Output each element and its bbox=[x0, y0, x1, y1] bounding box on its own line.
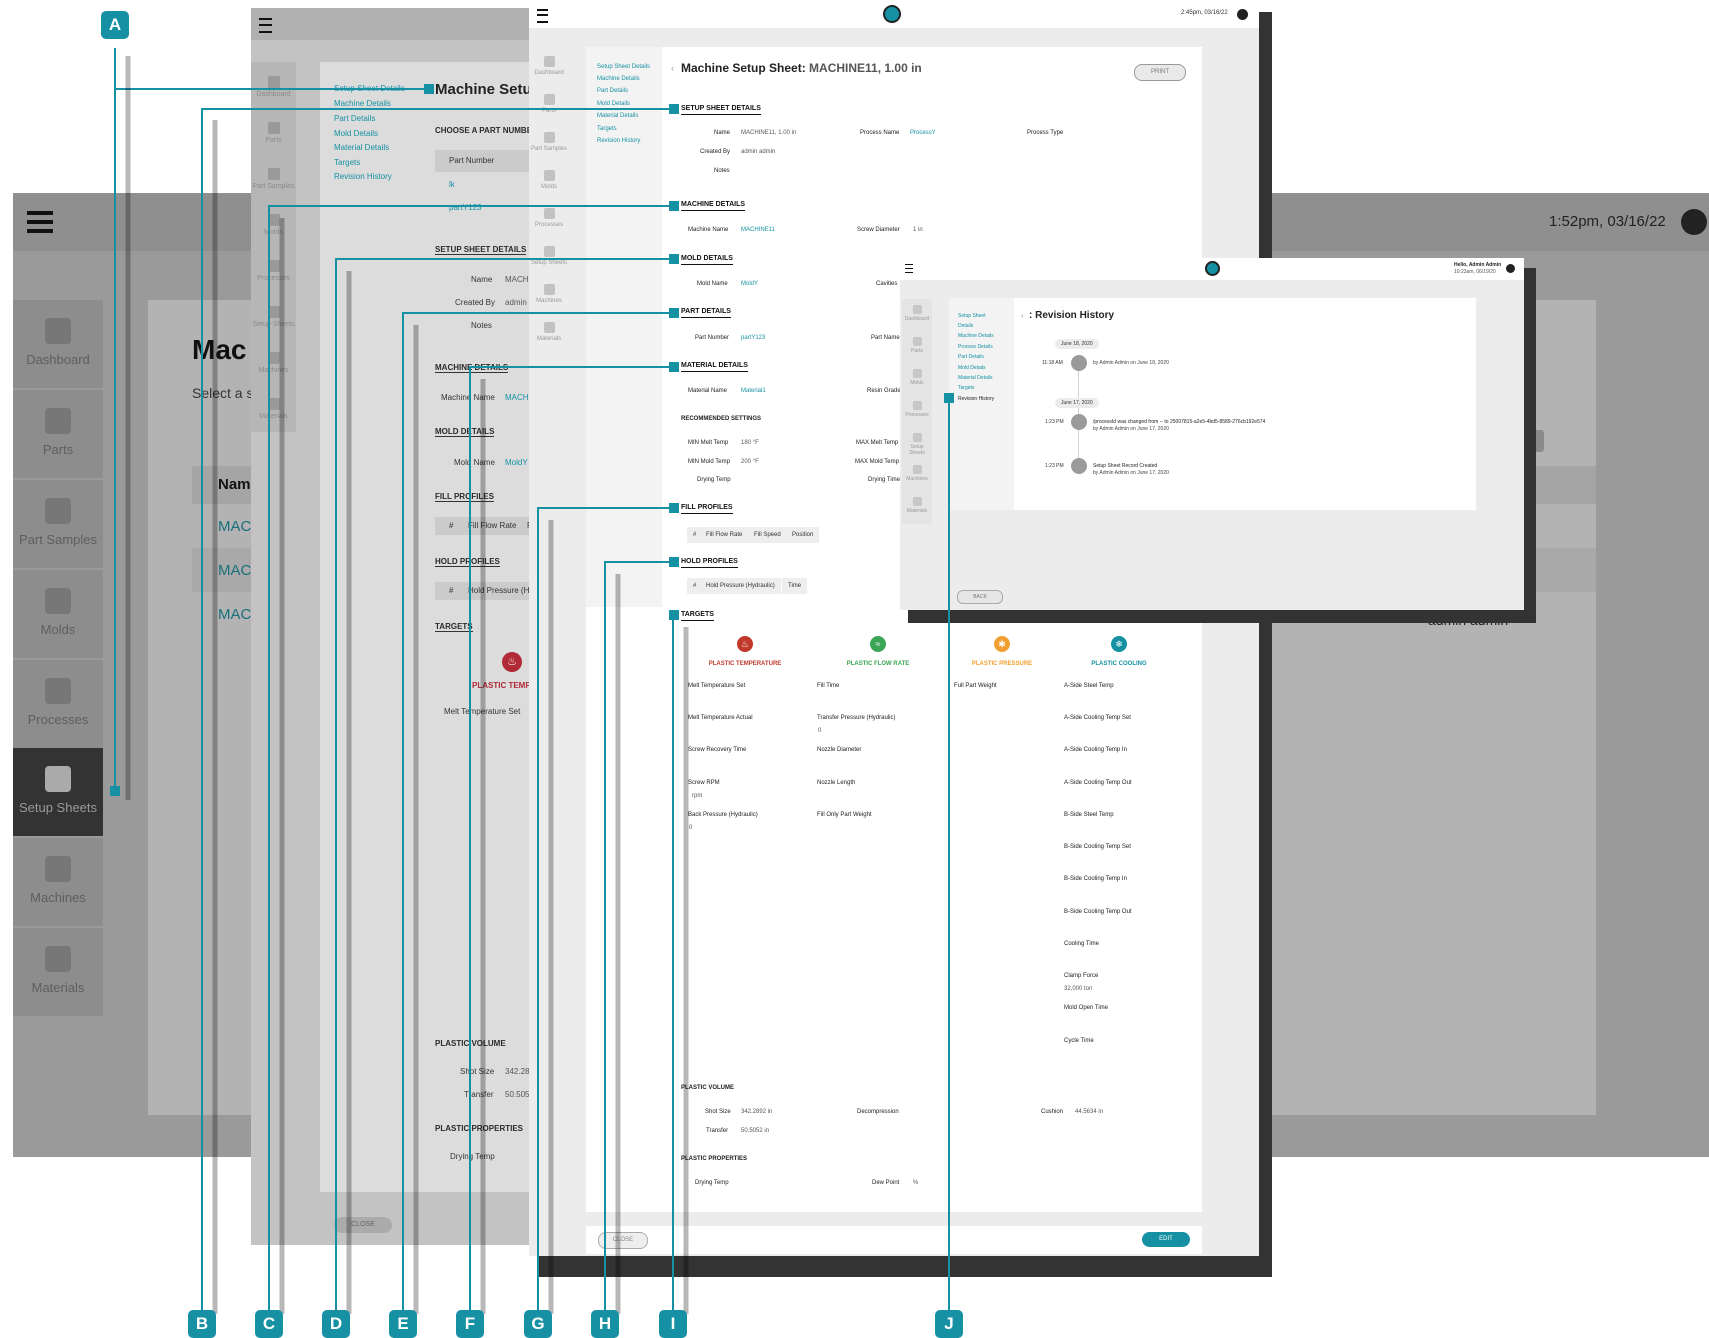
callout-line-b bbox=[201, 108, 674, 1314]
callout-line-f bbox=[469, 366, 674, 1314]
callout-anchor bbox=[110, 786, 120, 796]
callout-line-h bbox=[604, 561, 674, 1314]
callout-anchor bbox=[944, 393, 954, 403]
callout-marker-d: D bbox=[322, 1310, 350, 1338]
callout-anchor bbox=[669, 362, 679, 372]
callout-anchor bbox=[424, 84, 434, 94]
callout-anchor bbox=[669, 104, 679, 114]
callout-marker-e: E bbox=[389, 1310, 417, 1338]
callout-anchor bbox=[669, 557, 679, 567]
callout-anchor bbox=[669, 254, 679, 264]
callout-marker-b: B bbox=[188, 1310, 216, 1338]
callout-lines bbox=[114, 48, 950, 1314]
callout-line-c bbox=[268, 205, 674, 1314]
callout-marker-j: J bbox=[935, 1310, 963, 1338]
callout-line-d bbox=[335, 258, 674, 1314]
callout-anchor bbox=[669, 610, 679, 620]
callout-marker-a: A bbox=[101, 11, 129, 39]
callout-anchor bbox=[669, 503, 679, 513]
callout-marker-h: H bbox=[591, 1310, 619, 1338]
callout-anchor bbox=[669, 201, 679, 211]
callout-marker-c: C bbox=[255, 1310, 283, 1338]
callout-anchor bbox=[669, 308, 679, 318]
callout-marker-g: G bbox=[524, 1310, 552, 1338]
callout-marker-f: F bbox=[456, 1310, 484, 1338]
callout-marker-i: I bbox=[659, 1310, 687, 1338]
